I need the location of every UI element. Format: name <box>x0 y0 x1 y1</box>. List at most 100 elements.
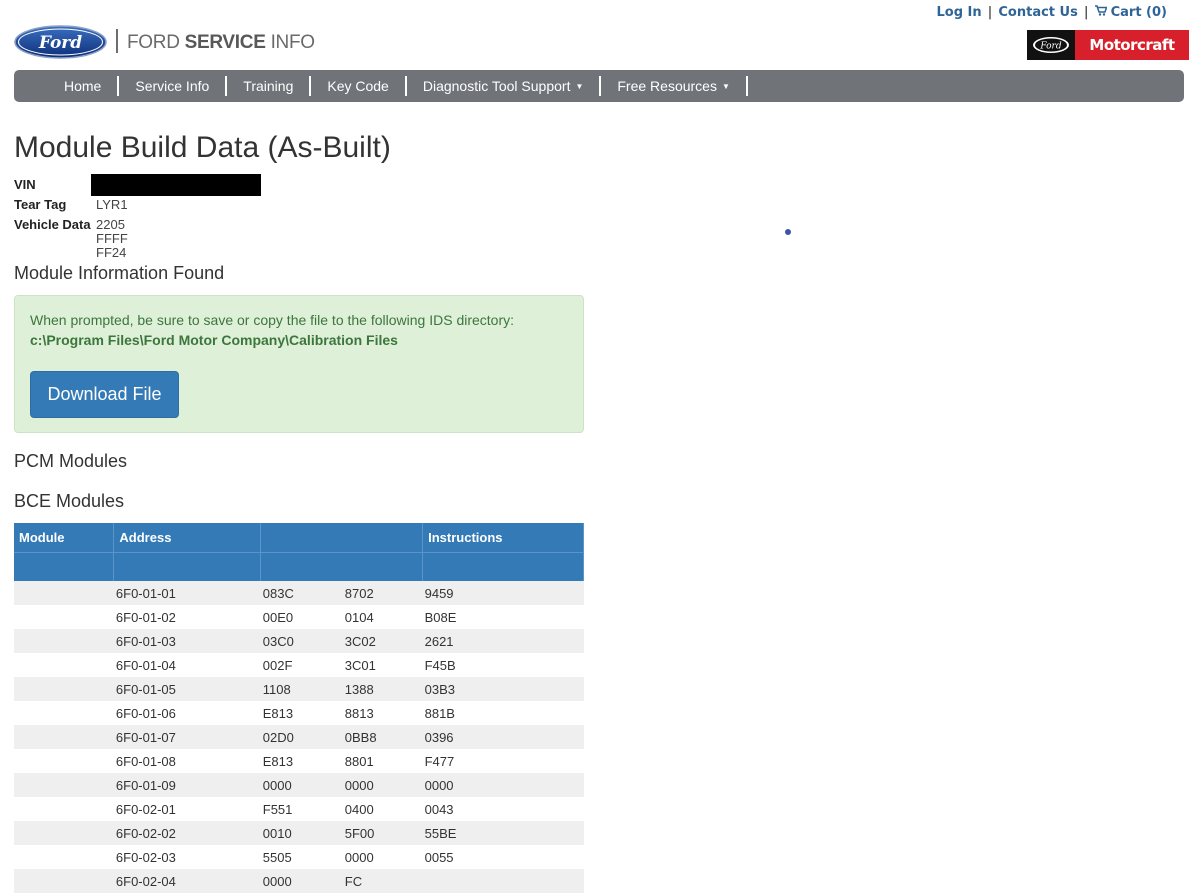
module-cell <box>14 629 114 653</box>
data-word-2: 0104 <box>344 609 374 625</box>
column-header-instructions: Instructions <box>422 523 584 552</box>
table-row: 6F0-01-08 E813 8801 F477 <box>14 749 584 773</box>
module-cell <box>14 773 114 797</box>
motorcraft-logo[interactable]: Ford Motorcraft <box>1027 30 1189 60</box>
nav-key-code-label: Key Code <box>327 78 389 94</box>
module-cell <box>14 797 114 821</box>
site-name-bold: SERVICE <box>184 32 266 53</box>
module-cell <box>14 581 114 605</box>
instructions-cell: F45B <box>422 653 584 677</box>
vehicle-info: VIN Tear Tag LYR1 Vehicle Data 2205 FFFF… <box>14 174 261 260</box>
data-word-2: 3C02 <box>344 633 376 649</box>
data-word-2: 5F00 <box>344 825 375 841</box>
module-cell <box>14 605 114 629</box>
ford-logo-text: Ford <box>38 33 82 53</box>
bce-modules-heading: BCE Modules <box>14 491 125 511</box>
data-words-cell: 0010 5F00 <box>260 821 423 845</box>
data-word-2: 0000 <box>344 777 374 793</box>
site-name: FORD SERVICE INFO <box>127 32 315 54</box>
address-cell: 6F0-02-04 <box>113 869 261 893</box>
address-cell: 6F0-01-07 <box>113 725 261 749</box>
nav-free-resources[interactable]: Free Resources ▼ <box>601 76 748 96</box>
data-words-cell: 0000 FC <box>260 869 423 893</box>
column-header-blank <box>260 523 424 552</box>
ids-directory-path: c:\Program Files\Ford Motor Company\Cali… <box>30 332 398 348</box>
nav-service-info-label: Service Info <box>135 78 210 94</box>
data-word-1: 0000 <box>262 777 292 793</box>
site-name-light: FORD <box>127 32 185 53</box>
data-word-1: 083C <box>262 585 294 601</box>
login-link[interactable]: Log In <box>936 5 981 20</box>
vin-label: VIN <box>14 177 36 192</box>
module-cell <box>14 749 114 773</box>
address-cell: 6F0-01-04 <box>113 653 261 677</box>
address-cell: 6F0-01-06 <box>113 701 261 725</box>
subheader-cell <box>260 551 424 581</box>
data-word-2: 8801 <box>344 753 374 769</box>
module-cell <box>14 845 114 869</box>
module-info-heading: Module Information Found <box>14 263 225 283</box>
subheader-cell <box>113 551 262 581</box>
table-row: 6F0-01-07 02D0 0BB8 0396 <box>14 725 584 749</box>
table-row: 6F0-02-02 0010 5F00 55BE <box>14 821 584 845</box>
data-word-1: 00E0 <box>262 609 294 625</box>
page-title: Module Build Data (As-Built) <box>14 131 391 164</box>
nav-home-label: Home <box>64 78 102 94</box>
address-cell: 6F0-01-05 <box>113 677 261 701</box>
caret-down-icon: ▼ <box>575 82 584 92</box>
data-words-cell: 083C 8702 <box>260 581 423 605</box>
data-word-1: F551 <box>262 801 293 817</box>
table-row: 6F0-01-03 03C0 3C02 2621 <box>14 629 584 653</box>
vin-row: VIN <box>14 174 261 198</box>
data-word-1: E813 <box>262 705 294 721</box>
bce-modules-table: Module Address Instructions 6F0-01-01 083… <box>14 523 584 893</box>
nav-home[interactable]: Home <box>48 76 120 96</box>
vehicle-data-label: Vehicle Data <box>14 217 91 232</box>
table-row: 6F0-01-01 083C 8702 9459 <box>14 581 584 605</box>
nav-free-resources-label: Free Resources <box>617 78 717 94</box>
contact-us-link[interactable]: Contact Us <box>998 5 1077 20</box>
data-word-1: E813 <box>262 753 294 769</box>
site-name-tail: INFO <box>265 32 316 53</box>
data-words-cell: 00E0 0104 <box>260 605 423 629</box>
nav-service-info[interactable]: Service Info <box>119 76 228 96</box>
instructions-cell: 0396 <box>422 725 584 749</box>
instructions-cell: 9459 <box>422 581 584 605</box>
download-file-button[interactable]: Download File <box>30 371 179 418</box>
instructions-cell: 03B3 <box>422 677 584 701</box>
table-row: 6F0-01-05 1108 1388 03B3 <box>14 677 584 701</box>
caret-down-icon: ▼ <box>721 82 730 92</box>
data-words-cell: 5505 0000 <box>260 845 423 869</box>
nav-key-code[interactable]: Key Code <box>311 76 407 96</box>
table-row: 6F0-01-04 002F 3C01 F45B <box>14 653 584 677</box>
data-word-1: 002F <box>262 657 293 673</box>
loading-dot <box>785 229 791 235</box>
nav-diagnostic-tool-support[interactable]: Diagnostic Tool Support ▼ <box>407 76 602 96</box>
ford-small-logo-text: Ford <box>1039 42 1061 52</box>
cart-link[interactable]: Cart (0) <box>1094 5 1167 20</box>
data-word-2: 8813 <box>344 705 374 721</box>
download-instruction: When prompted, be sure to save or copy t… <box>30 312 515 328</box>
address-cell: 6F0-01-02 <box>113 605 261 629</box>
nav-training-label: Training <box>243 78 294 94</box>
vehicle-data-value: 2205 FFFF FF24 <box>96 217 128 260</box>
site-header: Ford FORD SERVICE INFO Ford Motorcraft <box>14 22 1189 62</box>
address-cell: 6F0-01-08 <box>113 749 261 773</box>
module-cell <box>14 725 114 749</box>
data-words-cell: 002F 3C01 <box>260 653 423 677</box>
data-words-cell: F551 0400 <box>260 797 423 821</box>
nav-training[interactable]: Training <box>227 76 312 96</box>
instructions-cell: F477 <box>422 749 584 773</box>
ford-logo[interactable]: Ford <box>14 25 107 59</box>
instructions-cell: 2621 <box>422 629 584 653</box>
module-cell <box>14 821 114 845</box>
table-row: 6F0-02-04 0000 FC <box>14 869 584 893</box>
address-cell: 6F0-01-01 <box>113 581 261 605</box>
table-row: 6F0-01-06 E813 8813 881B <box>14 701 584 725</box>
address-cell: 6F0-02-02 <box>113 821 261 845</box>
instructions-cell: 881B <box>422 701 584 725</box>
divider: | <box>987 5 993 20</box>
column-header-address: Address <box>113 523 262 552</box>
tear-tag-value: LYR1 <box>96 197 128 212</box>
main-nav: Home Service Info Training Key Code Diag… <box>14 70 1184 102</box>
